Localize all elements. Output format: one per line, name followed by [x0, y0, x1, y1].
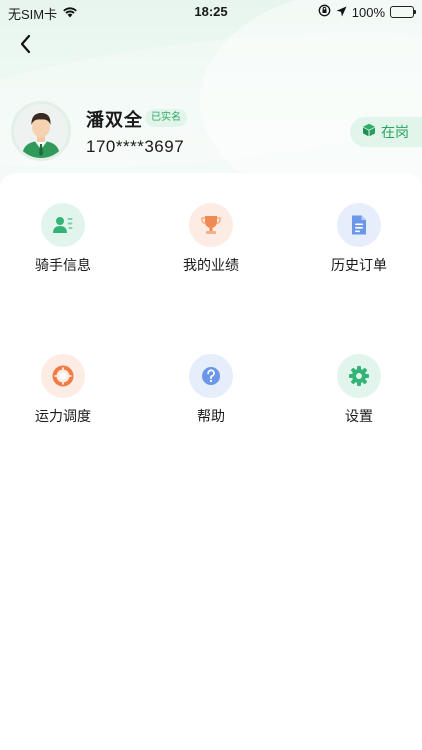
settings-icon-circle — [337, 354, 381, 398]
menu-item-help[interactable]: 帮助 — [141, 354, 281, 436]
duty-status-label: 在岗 — [381, 125, 409, 141]
chevron-left-icon — [20, 34, 31, 54]
document-icon — [352, 215, 366, 235]
menu-item-label: 运力调度 — [35, 409, 91, 425]
menu-item-label: 历史订单 — [331, 258, 387, 274]
menu-item-label: 我的业绩 — [183, 258, 239, 274]
battery-percent: 100% — [351, 4, 385, 20]
phone-number: 170****3697 — [86, 137, 185, 156]
menu-item-performance[interactable]: 我的业绩 — [141, 203, 281, 285]
menu-item-settings[interactable]: 设置 — [289, 354, 422, 436]
duty-status-button[interactable]: 在岗 — [350, 117, 422, 147]
verified-badge: 已实名 — [145, 109, 187, 127]
question-mark-icon — [202, 367, 220, 385]
location-arrow-icon — [336, 5, 347, 20]
battery-icon — [390, 6, 416, 18]
dispatch-icon-circle — [41, 354, 85, 398]
menu-item-history-orders[interactable]: 历史订单 — [289, 203, 422, 285]
lifebuoy-icon — [52, 365, 74, 387]
menu-item-label: 帮助 — [197, 409, 225, 425]
rider-info-icon-circle — [41, 203, 85, 247]
user-name: 潘双全 — [86, 110, 143, 131]
history-orders-icon-circle — [337, 203, 381, 247]
performance-icon-circle — [189, 203, 233, 247]
rider-card-icon — [53, 217, 73, 233]
help-icon-circle — [189, 354, 233, 398]
avatar[interactable] — [11, 101, 71, 161]
user-avatar-icon — [14, 104, 68, 158]
gear-icon — [349, 366, 369, 386]
menu-item-label: 骑手信息 — [35, 258, 91, 274]
trophy-icon — [201, 216, 221, 234]
box-icon — [362, 123, 376, 141]
menu-item-rider-info[interactable]: 骑手信息 — [0, 203, 133, 285]
menu-item-label: 设置 — [345, 409, 373, 425]
orientation-lock-icon — [318, 4, 331, 20]
back-button[interactable] — [14, 30, 40, 58]
menu-panel: 骑手信息 我的业绩 历史订单 运力调度 帮助 设置 — [0, 173, 422, 750]
status-bar: 无SIM卡 18:25 100% — [0, 0, 422, 24]
status-right-group: 100% — [318, 4, 416, 20]
menu-item-dispatch[interactable]: 运力调度 — [0, 354, 133, 436]
